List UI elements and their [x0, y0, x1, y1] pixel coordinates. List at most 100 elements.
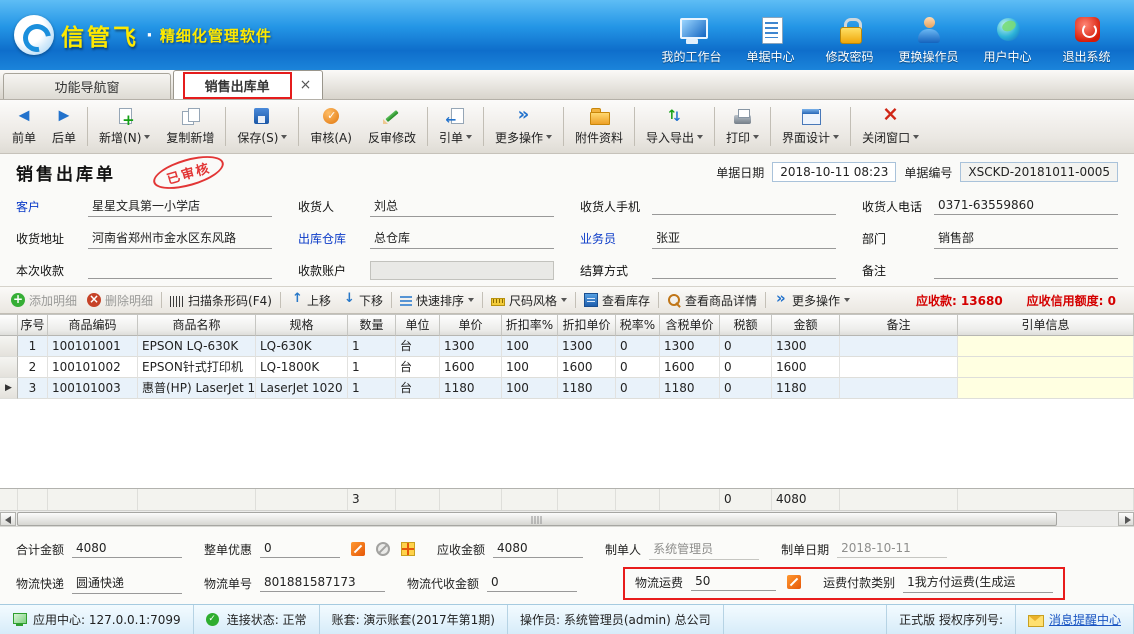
toolbar-new-button[interactable]: 新增(N): [91, 102, 158, 151]
field-input-creator[interactable]: 系统管理员: [649, 539, 759, 560]
horizontal-scrollbar[interactable]: [0, 510, 1134, 526]
table-row[interactable]: 1100101001EPSON LQ-630KLQ-630K1台13001001…: [0, 336, 1134, 357]
field-input-salesman[interactable]: 张亚: [652, 228, 836, 249]
field-input-create-date[interactable]: 2018-10-11: [837, 540, 947, 558]
grid-cell[interactable]: [840, 336, 958, 357]
grid-cell[interactable]: 1600: [772, 357, 840, 378]
column-header-4[interactable]: 数量: [348, 315, 396, 336]
field-label-warehouse[interactable]: 出库仓库: [298, 230, 370, 247]
toolbar-attachments-button[interactable]: 附件资料: [567, 102, 631, 151]
grid-cell[interactable]: 1180: [772, 378, 840, 399]
top-nav-workstation[interactable]: 我的工作台: [652, 6, 731, 70]
toolbar-print-button[interactable]: 打印: [718, 102, 767, 151]
field-label-salesman[interactable]: 业务员: [580, 230, 652, 247]
detail-size-style-button[interactable]: 尺码风格: [486, 289, 572, 312]
top-nav-change-password[interactable]: 修改密码: [810, 6, 889, 70]
grid-cell[interactable]: 2: [18, 357, 48, 378]
detail-view-stock-button[interactable]: 查看库存: [579, 289, 655, 312]
column-header-7[interactable]: 折扣率%: [502, 315, 558, 336]
discount-clear-icon[interactable]: [376, 542, 390, 556]
grid-cell[interactable]: 1: [18, 336, 48, 357]
grid-cell[interactable]: 100101001: [48, 336, 138, 357]
top-nav-doc-center[interactable]: 单据中心: [731, 6, 810, 70]
field-input-total-amount[interactable]: 4080: [72, 540, 182, 558]
grid-cell[interactable]: 1180: [440, 378, 502, 399]
field-input-address[interactable]: 河南省郑州市金水区东风路: [88, 228, 272, 249]
grid-cell[interactable]: EPSON LQ-630K: [138, 336, 256, 357]
grid-cell[interactable]: 1600: [440, 357, 502, 378]
grid-cell[interactable]: 0: [616, 378, 660, 399]
grid-cell[interactable]: [958, 336, 1134, 357]
top-nav-exit-system[interactable]: 退出系统: [1047, 6, 1126, 70]
grid-cell[interactable]: 1600: [558, 357, 616, 378]
grid-cell[interactable]: [958, 378, 1134, 399]
grid-cell[interactable]: 1300: [440, 336, 502, 357]
doc-date-input[interactable]: 2018-10-11 08:23: [772, 162, 896, 182]
field-input-receivable-amount[interactable]: 4080: [493, 540, 583, 558]
column-header-13[interactable]: 备注: [840, 315, 958, 336]
grid-cell[interactable]: EPSON针式打印机: [138, 357, 256, 378]
column-header-9[interactable]: 税率%: [616, 315, 660, 336]
grid-cell[interactable]: 100101002: [48, 357, 138, 378]
status-message-center[interactable]: 消息提醒中心: [1016, 605, 1134, 634]
field-input-order-discount[interactable]: 0: [260, 540, 340, 558]
column-header-14[interactable]: 引单信息: [958, 315, 1134, 336]
column-header-0[interactable]: 序号: [18, 315, 48, 336]
toolbar-save-button[interactable]: 保存(S): [229, 102, 295, 151]
field-input-department[interactable]: 销售部: [934, 228, 1118, 249]
field-input-customer[interactable]: 星星文具第一小学店: [88, 196, 272, 217]
tab-close-icon[interactable]: ×: [298, 77, 314, 93]
field-input-freight-pay-type[interactable]: 1我方付运费(生成运: [903, 572, 1053, 593]
top-nav-switch-operator[interactable]: 更换操作员: [889, 6, 968, 70]
field-input-logistics-express[interactable]: 圆通快递: [72, 573, 182, 594]
field-input-payment-now[interactable]: [88, 262, 272, 279]
toolbar-ui-design-button[interactable]: 界面设计: [774, 102, 847, 151]
column-header-10[interactable]: 含税单价: [660, 315, 720, 336]
grid-cell[interactable]: 100101003: [48, 378, 138, 399]
grid-cell[interactable]: 1180: [558, 378, 616, 399]
column-header-1[interactable]: 商品编码: [48, 315, 138, 336]
grid-cell[interactable]: 0: [616, 357, 660, 378]
grid-cell[interactable]: 0: [720, 357, 772, 378]
grid-cell[interactable]: LQ-1800K: [256, 357, 348, 378]
grid-cell[interactable]: 1300: [558, 336, 616, 357]
grid-cell[interactable]: 0: [720, 378, 772, 399]
toolbar-prev-button[interactable]: 前单: [4, 102, 44, 151]
grid-cell[interactable]: 台: [396, 357, 440, 378]
scroll-left-icon[interactable]: [0, 512, 16, 526]
discount-edit-icon[interactable]: [351, 542, 365, 556]
grid-cell[interactable]: 1: [348, 357, 396, 378]
detail-move-up-button[interactable]: 上移: [284, 289, 336, 312]
toolbar-pull-button[interactable]: 引单: [431, 102, 480, 151]
discount-promo-icon[interactable]: [401, 542, 415, 556]
toolbar-more-ops-button[interactable]: 更多操作: [487, 102, 560, 151]
toolbar-close-window-button[interactable]: 关闭窗口: [854, 102, 927, 151]
field-input-payment-account[interactable]: [370, 261, 554, 280]
grid-cell[interactable]: 0: [616, 336, 660, 357]
field-input-consignee-phone[interactable]: 0371-63559860: [934, 197, 1118, 215]
row-selector[interactable]: ▶: [0, 378, 18, 399]
grid-cell[interactable]: 台: [396, 378, 440, 399]
column-header-11[interactable]: 税额: [720, 315, 772, 336]
row-selector[interactable]: [0, 357, 18, 378]
tab-sales-outbound[interactable]: 销售出库单×: [173, 70, 323, 99]
scrollbar-thumb[interactable]: [17, 512, 1057, 526]
row-selector[interactable]: [0, 336, 18, 357]
toolbar-unaudit-button[interactable]: 反审修改: [360, 102, 424, 151]
table-row[interactable]: 2100101002EPSON针式打印机LQ-1800K1台1600100160…: [0, 357, 1134, 378]
grid-cell[interactable]: [958, 357, 1134, 378]
detail-more-button[interactable]: 更多操作: [769, 289, 855, 312]
doc-no-input[interactable]: XSCKD-20181011-0005: [960, 162, 1118, 182]
column-header-5[interactable]: 单位: [396, 315, 440, 336]
grid-cell[interactable]: [840, 357, 958, 378]
field-input-tracking-no[interactable]: 801881587173: [260, 574, 385, 592]
grid-cell[interactable]: 1: [348, 336, 396, 357]
detail-delete-detail-button[interactable]: 删除明细: [82, 289, 158, 312]
grid-cell[interactable]: 1600: [660, 357, 720, 378]
column-header-6[interactable]: 单价: [440, 315, 502, 336]
grid-cell[interactable]: 100: [502, 357, 558, 378]
detail-scan-barcode-button[interactable]: 扫描条形码(F4): [165, 289, 277, 312]
field-input-freight[interactable]: 50: [691, 573, 776, 591]
freight-edit-icon[interactable]: [787, 575, 801, 589]
grid-cell[interactable]: 1300: [772, 336, 840, 357]
